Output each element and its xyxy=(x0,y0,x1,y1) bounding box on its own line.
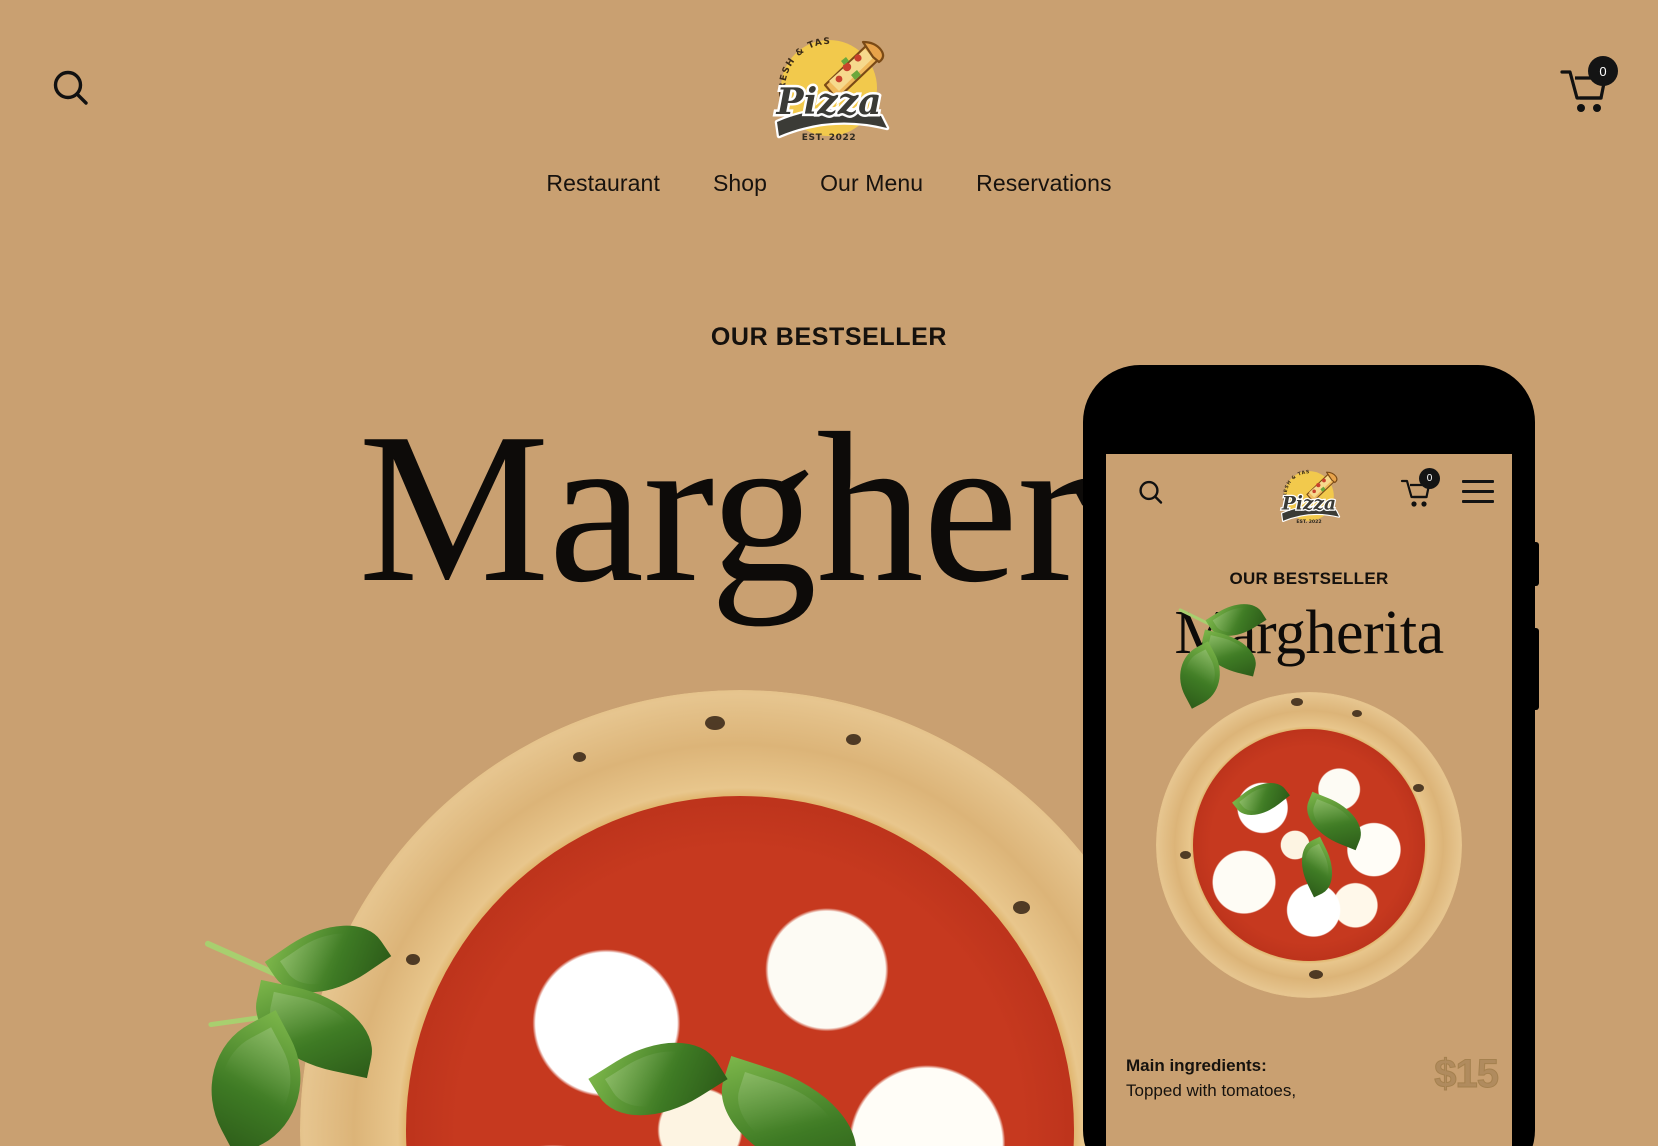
phone-mockup: FRESH & TASTY Pizza EST. 2022 0 xyxy=(1084,366,1539,1146)
phone-cart-button[interactable]: 0 xyxy=(1400,468,1440,510)
phone-site-header: FRESH & TASTY Pizza EST. 2022 0 xyxy=(1106,454,1512,532)
svg-text:Pizza: Pizza xyxy=(1281,493,1336,514)
phone-product-price: $15 xyxy=(1434,1052,1500,1097)
search-icon xyxy=(53,70,88,105)
hamburger-menu-icon xyxy=(1462,490,1494,493)
nav-item-reservations[interactable]: Reservations xyxy=(976,170,1111,197)
svg-text:EST. 2022: EST. 2022 xyxy=(802,133,856,143)
hamburger-menu-icon xyxy=(1462,500,1494,503)
search-icon xyxy=(1139,480,1163,504)
phone-volume-button[interactable] xyxy=(1533,542,1539,586)
svg-text:Pizza: Pizza xyxy=(776,81,882,123)
cart-button[interactable]: 0 xyxy=(1558,56,1618,118)
hero-pizza-image xyxy=(300,690,1180,1146)
phone-search-button[interactable] xyxy=(1136,478,1166,508)
svg-text:EST. 2022: EST. 2022 xyxy=(1296,519,1321,525)
phone-basil-sprig xyxy=(1166,592,1276,709)
pizza-logo-icon: FRESH & TASTY Pizza EST. 2022 xyxy=(763,30,890,143)
hero-eyebrow: OUR BESTSELLER xyxy=(710,323,948,351)
main-navigation: Restaurant Shop Our Menu Reservations xyxy=(0,170,1658,197)
hamburger-menu-icon xyxy=(1462,480,1494,483)
phone-hero-eyebrow: OUR BESTSELLER xyxy=(1229,569,1389,588)
phone-cart-count-badge: 0 xyxy=(1419,468,1440,489)
phone-power-button[interactable] xyxy=(1533,628,1539,710)
pizza-logo-icon: FRESH & TASTY Pizza EST. 2022 xyxy=(1273,466,1341,525)
phone-site-logo[interactable]: FRESH & TASTY Pizza EST. 2022 xyxy=(1273,466,1345,528)
phone-screen: FRESH & TASTY Pizza EST. 2022 0 xyxy=(1106,454,1512,1146)
phone-hamburger-menu-button[interactable] xyxy=(1462,480,1494,504)
nav-item-restaurant[interactable]: Restaurant xyxy=(546,170,660,197)
search-button[interactable] xyxy=(48,66,94,112)
nav-item-shop[interactable]: Shop xyxy=(713,170,767,197)
site-logo[interactable]: FRESH & TASTY Pizza EST. 2022 xyxy=(763,30,895,150)
site-header: FRESH & TASTY Pizza EST. 2022 0 xyxy=(0,0,1658,168)
hero-basil-sprig xyxy=(178,901,418,1146)
phone-product-image xyxy=(1156,692,1462,998)
cart-count-badge: 0 xyxy=(1588,56,1618,86)
nav-item-our-menu[interactable]: Our Menu xyxy=(820,170,923,197)
